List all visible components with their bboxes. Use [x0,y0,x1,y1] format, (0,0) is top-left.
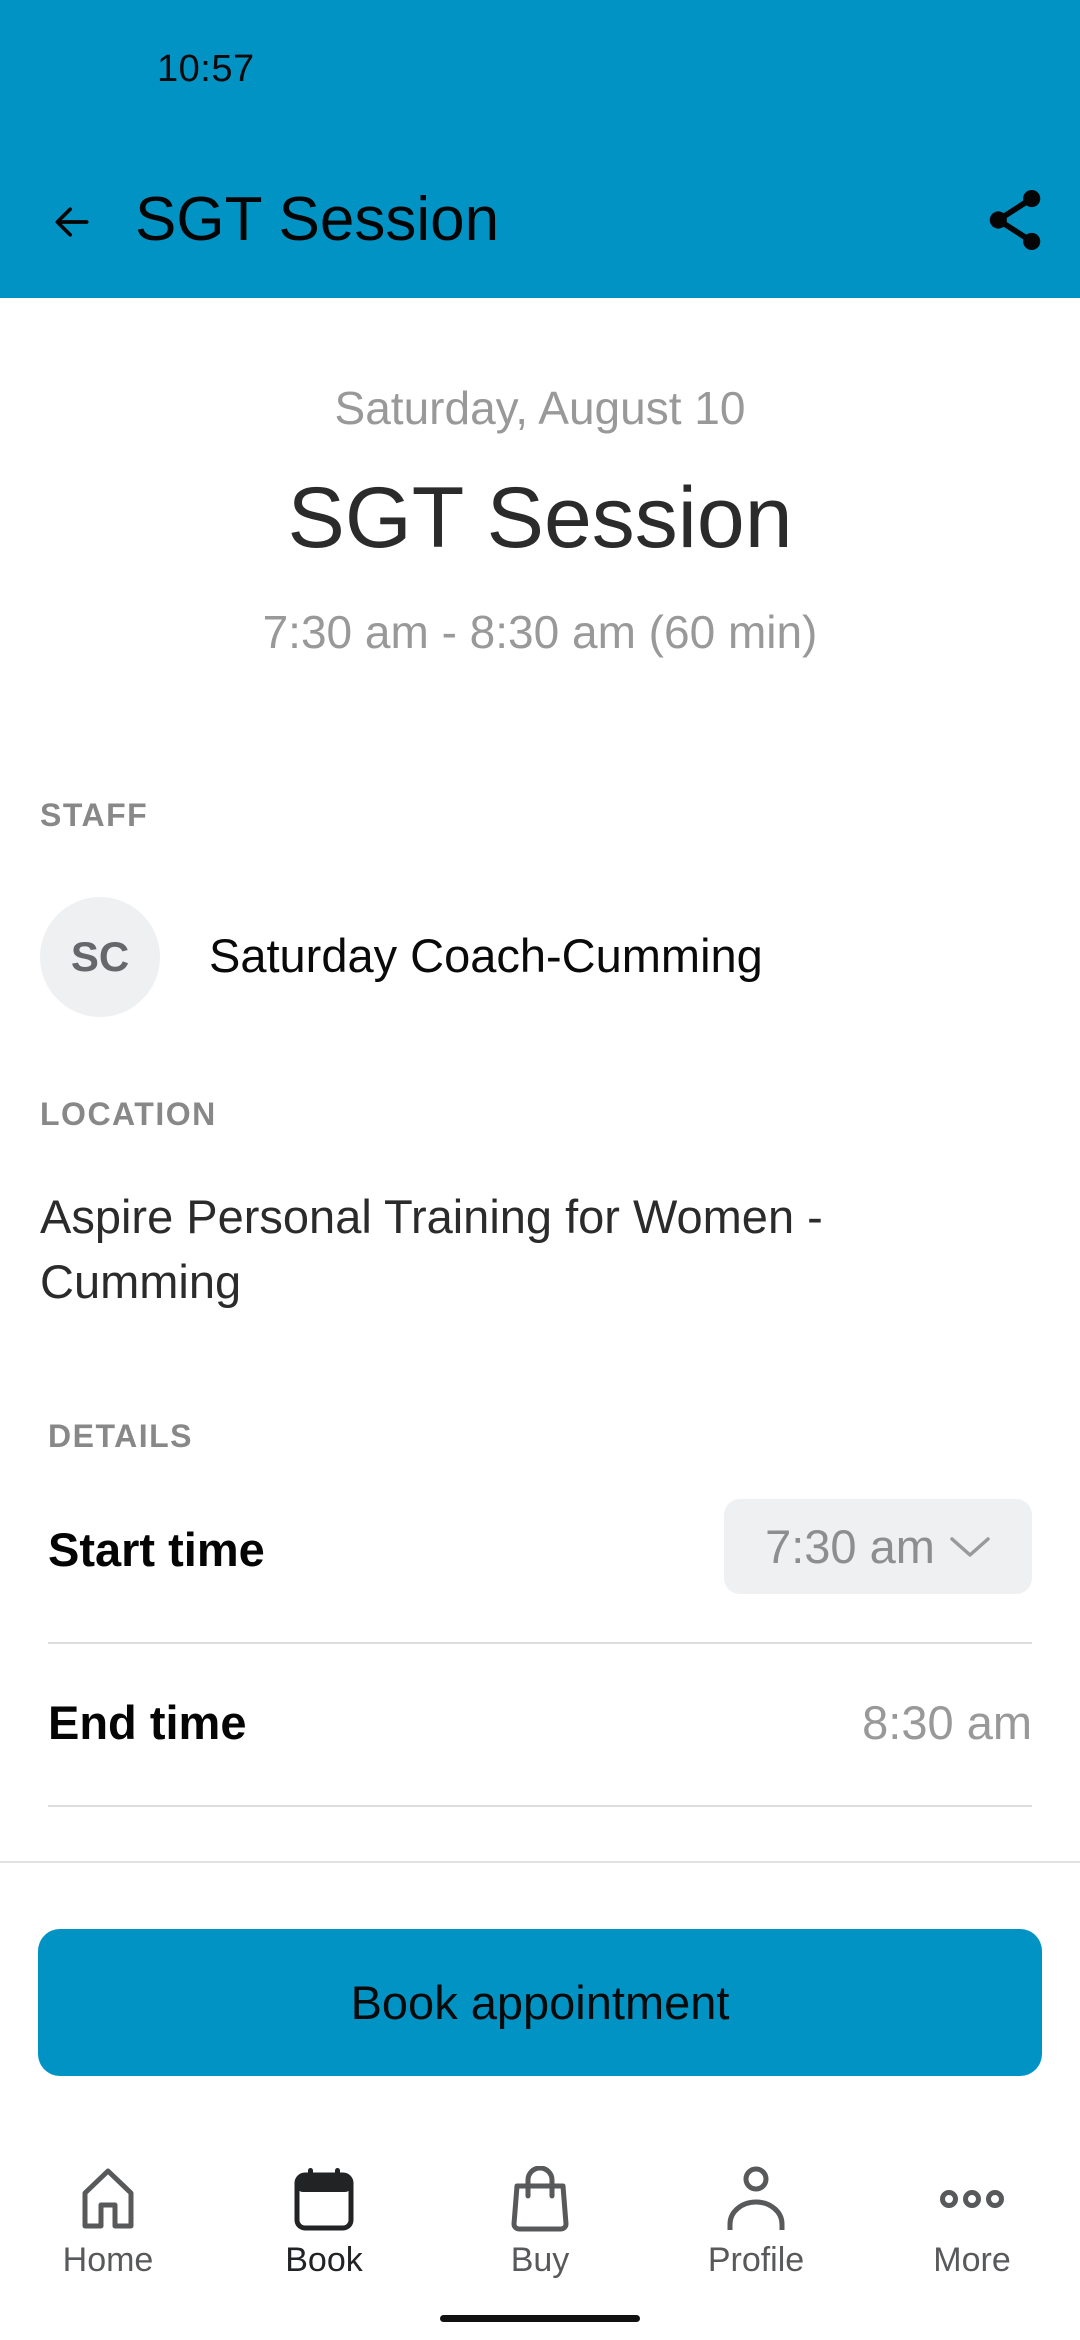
nav-label-book: Book [285,2241,363,2279]
end-time-value: 8:30 am [862,1696,1032,1749]
nav-label-buy: Buy [510,2241,570,2279]
nav-item-home[interactable]: Home [0,2150,216,2280]
calendar-icon [294,2168,354,2231]
arrow-left-icon [55,207,89,237]
start-time-value: 7:30 am [765,1520,935,1573]
staff-initials: SC [70,933,130,980]
book-appointment-label: Book appointment [350,1976,730,2029]
bottom-navigation: Home Book Buy Profile More [0,2150,1080,2280]
more-dots-icon [940,2190,1004,2208]
footer-separator [0,1861,1080,1863]
book-appointment-button[interactable]: Book appointment [38,1929,1042,2076]
home-indicator [440,2315,640,2322]
chevron-down-icon [950,1536,990,1557]
location-name: Aspire Personal Training for Women - Cum… [40,1190,823,1308]
session-date: Saturday, August 10 [334,382,746,434]
nav-item-buy[interactable]: Buy [432,2150,648,2280]
start-time-dropdown[interactable]: 7:30 am [724,1499,1032,1594]
shopping-bag-icon [511,2166,569,2232]
header-title: SGT Session [135,185,500,254]
staff-avatar: SC [40,897,160,1017]
row-divider [48,1642,1032,1644]
row-divider [48,1805,1032,1807]
nav-item-profile[interactable]: Profile [648,2150,864,2280]
staff-name: Saturday Coach-Cumming [209,929,763,982]
end-time-label: End time [48,1696,247,1749]
share-icon [989,189,1041,251]
session-title: SGT Session [287,470,793,566]
status-bar-time: 10:57 [157,48,255,90]
nav-label-profile: Profile [707,2241,805,2279]
person-icon [727,2166,785,2230]
start-time-label: Start time [48,1523,265,1576]
share-button[interactable] [975,180,1055,260]
nav-label-home: Home [62,2241,154,2279]
nav-item-book[interactable]: Book [216,2150,432,2280]
nav-item-more[interactable]: More [864,2150,1080,2280]
app-header: 10:57 SGT Session [0,0,1080,298]
home-icon [82,2168,134,2229]
details-section-label: DETAILS [48,1418,194,1454]
back-button[interactable] [40,190,104,254]
session-time-range: 7:30 am - 8:30 am (60 min) [262,606,818,658]
nav-label-more: More [933,2241,1011,2279]
staff-section-label: STAFF [40,797,149,833]
location-section-label: LOCATION [40,1096,217,1132]
